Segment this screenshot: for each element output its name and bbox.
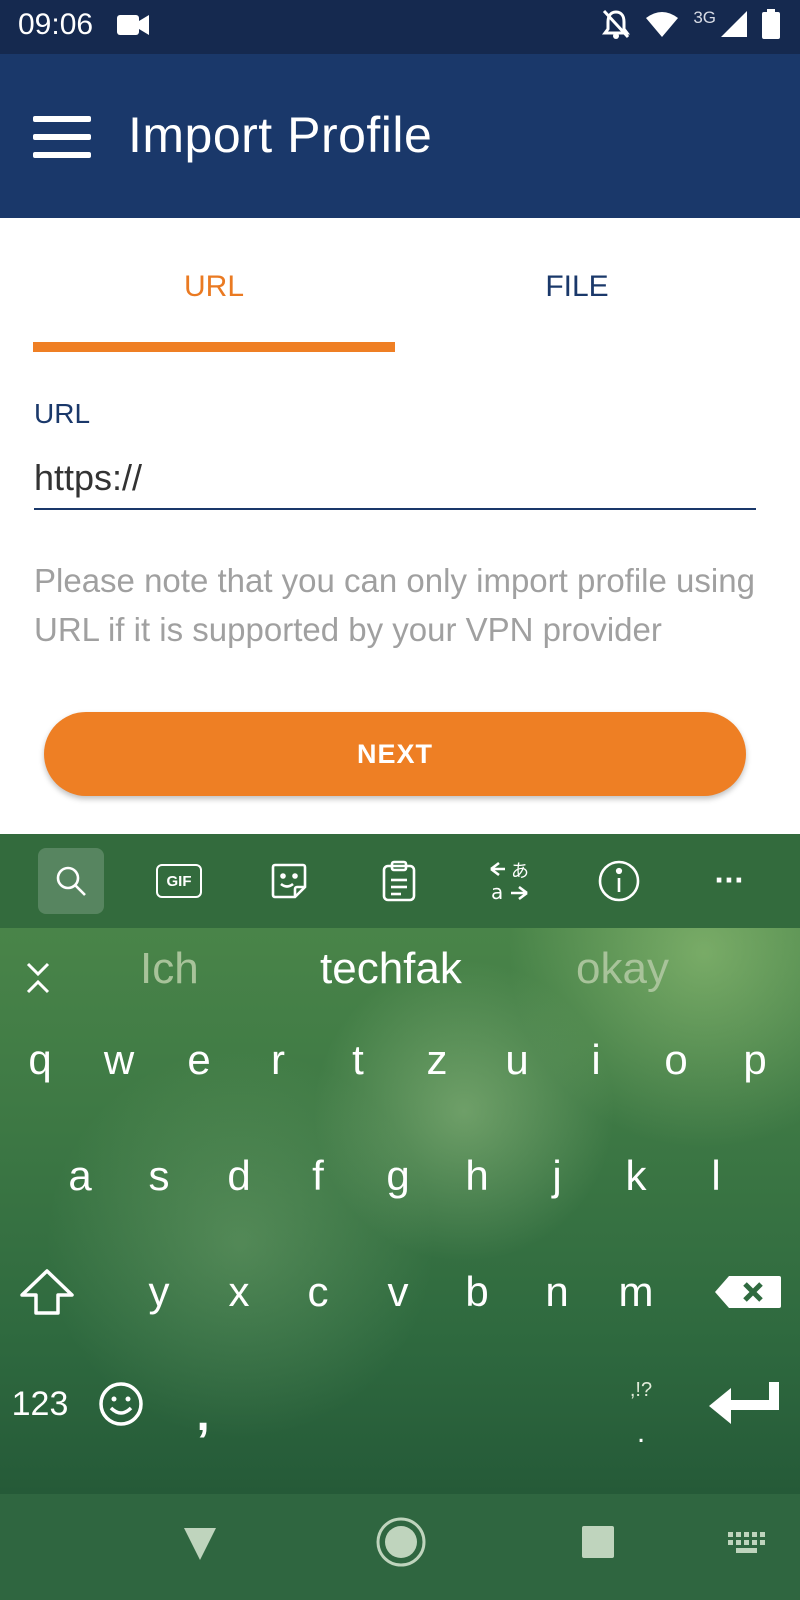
notifications-off-icon [602,9,631,39]
numbers-key[interactable]: 123 [5,1364,75,1444]
home-icon[interactable] [375,1516,427,1568]
hamburger-menu-icon[interactable] [33,116,91,158]
key-s[interactable]: s [124,1136,194,1216]
search-icon[interactable] [38,848,104,914]
shift-icon[interactable] [12,1252,82,1332]
svg-text:あ: あ [511,861,529,882]
key-d[interactable]: d [204,1136,274,1216]
period-label: . [636,1415,646,1449]
clipboard-icon[interactable] [366,848,432,914]
key-k[interactable]: k [601,1136,671,1216]
key-o[interactable]: o [641,1020,711,1100]
key-n[interactable]: n [522,1252,592,1332]
suggestion-1[interactable]: Ich [140,944,199,994]
status-time: 09:06 [18,8,94,41]
svg-text:a: a [491,880,503,903]
key-c[interactable]: c [283,1252,353,1332]
key-b[interactable]: b [442,1252,512,1332]
key-m[interactable]: m [601,1252,671,1332]
key-a[interactable]: a [45,1136,115,1216]
punctuation-hint: ,!? [629,1378,653,1401]
key-j[interactable]: j [522,1136,592,1216]
collapse-keyboard-icon[interactable] [20,958,56,998]
info-icon[interactable] [586,848,652,914]
next-button[interactable]: NEXT [44,712,746,796]
suggestion-2[interactable]: techfak [320,944,462,994]
suggestion-row: Ich techfak okay [0,928,800,1028]
more-icon[interactable]: ··· [696,848,762,914]
key-v[interactable]: v [363,1252,433,1332]
keyboard-switch-icon[interactable] [728,1532,766,1554]
tab-bar: URL FILE [0,218,800,356]
tab-file[interactable]: FILE [396,218,758,356]
wifi-icon [646,12,679,37]
url-field-label: URL [34,398,91,429]
tab-url[interactable]: URL [33,218,395,356]
import-note: Please note that you can only import pro… [34,562,755,648]
key-w[interactable]: w [84,1020,154,1100]
recents-icon[interactable] [580,1524,616,1560]
navigation-bar [0,1494,800,1600]
back-icon[interactable] [182,1522,218,1562]
keyboard: GIF あa ··· Ich techfak okay q w e r t z … [0,834,800,1494]
key-y[interactable]: y [124,1252,194,1332]
network-type: 3G [693,8,716,27]
tab-indicator [33,342,395,352]
gif-icon[interactable]: GIF [146,848,212,914]
status-bar: 09:06 3G [0,0,800,54]
key-l[interactable]: l [681,1136,751,1216]
key-t[interactable]: t [323,1020,393,1100]
key-q[interactable]: q [5,1020,75,1100]
sticker-icon[interactable] [256,848,322,914]
key-i[interactable]: i [561,1020,631,1100]
keyboard-toolbar: GIF あa ··· [0,834,800,928]
key-z[interactable]: z [402,1020,472,1100]
url-input[interactable] [34,448,756,510]
translate-icon[interactable]: あa [476,848,542,914]
video-camera-icon [117,15,149,35]
battery-icon [762,9,780,39]
period-key[interactable]: ,!? . [606,1364,676,1464]
key-u[interactable]: u [482,1020,552,1100]
backspace-icon[interactable] [708,1252,788,1332]
key-e[interactable]: e [164,1020,234,1100]
comma-key[interactable]: , [168,1374,238,1454]
key-p[interactable]: p [720,1020,790,1100]
key-f[interactable]: f [283,1136,353,1216]
emoji-icon[interactable] [86,1364,156,1444]
key-h[interactable]: h [442,1136,512,1216]
key-r[interactable]: r [243,1020,313,1100]
status-icons: 3G [601,8,780,40]
signal-icon [721,11,747,37]
suggestion-3[interactable]: okay [576,944,669,994]
gif-label: GIF [156,864,202,898]
app-bar: Import Profile [0,54,800,218]
enter-icon[interactable] [700,1364,790,1444]
key-g[interactable]: g [363,1136,433,1216]
space-key[interactable] [248,1364,588,1444]
page-title: Import Profile [128,107,433,163]
key-x[interactable]: x [204,1252,274,1332]
